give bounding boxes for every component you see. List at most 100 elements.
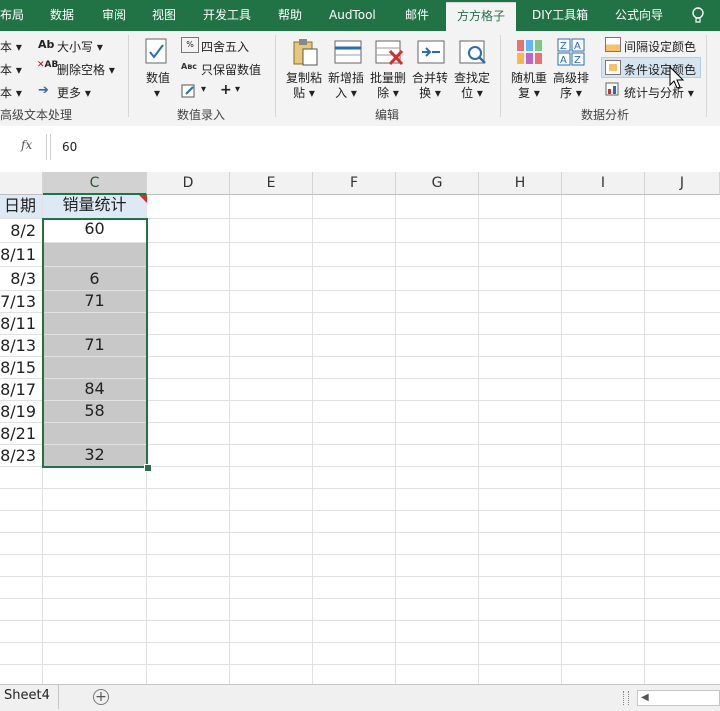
round-button[interactable]: 四舍五入 <box>201 38 249 55</box>
tab-view[interactable]: 视图 <box>152 0 176 31</box>
case-icon: Ab <box>38 38 55 51</box>
merge-convert-button[interactable]: 合并转换 ▾ <box>410 71 450 101</box>
numeric-dropdown[interactable]: ▾ <box>152 86 162 101</box>
tab-mail[interactable]: 邮件 <box>405 0 429 31</box>
group-label-text: 高级文本处理 <box>0 108 73 122</box>
advanced-sort-icon: ZAAZ <box>557 37 585 66</box>
random-repeat-label-1: 随机重 <box>510 71 547 85</box>
insert-label-2: 入 ▾ <box>335 86 357 100</box>
plus-icon[interactable]: + <box>220 82 232 98</box>
formula-value: 60 <box>62 140 78 154</box>
formula-input[interactable] <box>50 134 720 160</box>
advanced-sort-label-2: 序 ▾ <box>560 86 582 100</box>
tab-review[interactable]: 审阅 <box>102 0 126 31</box>
copy-paste-label-2: 贴 ▾ <box>293 86 315 100</box>
find-locate-button[interactable]: 查找定位 ▾ <box>452 71 492 101</box>
column-header-d[interactable]: D <box>147 172 230 195</box>
text-option-2[interactable]: 本 ▾ <box>0 61 22 78</box>
grid-hline <box>0 532 720 533</box>
random-repeat-button[interactable]: 随机重复 ▾ <box>509 71 549 101</box>
column-header-b[interactable] <box>0 172 43 195</box>
advanced-sort-label-1: 高级排 <box>552 71 589 85</box>
grid-hline <box>0 664 720 665</box>
group-label-data-analysis: 数据分析 <box>581 108 630 122</box>
fx-icon[interactable]: fx <box>21 138 32 152</box>
grid-hline <box>0 598 720 599</box>
grid-hline <box>0 400 720 401</box>
copy-paste-button[interactable]: 复制粘贴 ▾ <box>284 71 324 101</box>
delete-space-icon: ✕AB <box>37 60 59 70</box>
conditional-color-icon <box>605 60 621 75</box>
tab-audtool[interactable]: AudTool <box>329 0 376 31</box>
interval-color-button[interactable]: 间隔设定颜色 <box>624 38 696 55</box>
case-button[interactable]: 大小写 ▾ <box>57 38 103 55</box>
tab-help[interactable]: 帮助 <box>278 0 302 31</box>
grid-hline <box>0 444 720 445</box>
sheet-tab-sheet4[interactable]: Sheet4 <box>0 685 59 709</box>
grid-vline <box>478 195 479 684</box>
tab-fangfanggezi[interactable]: 方方格子 <box>446 2 516 32</box>
insert-button[interactable]: 新增插入 ▾ <box>326 71 366 101</box>
keep-value-button[interactable]: 只保留数值 <box>201 61 261 78</box>
column-header-c[interactable]: C <box>43 172 147 195</box>
merge-convert-label-2: 换 ▾ <box>419 86 441 100</box>
more-arrow-icon: ➔ <box>38 83 49 98</box>
lightbulb-icon[interactable] <box>690 7 706 23</box>
group-separator <box>706 35 707 117</box>
keep-value-icon: Aʙᴄ <box>181 62 197 71</box>
ribbon-body: 本 ▾ 本 ▾ 本 ▾ Ab 大小写 ▾ ✕AB 删除空格 ▾ ➔ 更多 ▾ 高… <box>0 31 720 127</box>
grid-hline <box>0 510 720 511</box>
advanced-sort-button[interactable]: 高级排序 ▾ <box>551 71 591 101</box>
conditional-color-button[interactable]: 条件设定颜色 <box>624 61 696 78</box>
grid-hline <box>0 334 720 335</box>
grid-vline <box>644 195 645 684</box>
numeric-button[interactable]: 数值 <box>141 71 175 86</box>
column-header-g[interactable]: G <box>396 172 479 195</box>
grid-hline <box>0 242 720 243</box>
batch-delete-button[interactable]: 批量删除 ▾ <box>368 71 408 101</box>
insert-label-1: 新增插 <box>327 71 364 85</box>
column-header-h[interactable]: H <box>479 172 562 195</box>
text-option-3[interactable]: 本 ▾ <box>0 84 22 101</box>
merge-convert-label-1: 合并转 <box>411 71 448 85</box>
more-button[interactable]: 更多 ▾ <box>57 84 91 101</box>
add-sheet-icon[interactable]: + <box>93 689 109 705</box>
grid-vline <box>395 195 396 684</box>
tab-formula-wizard[interactable]: 公式向导 <box>615 0 663 31</box>
column-header-j[interactable]: J <box>645 172 720 195</box>
horizontal-scrollbar[interactable] <box>637 690 720 706</box>
copy-paste-label-1: 复制粘 <box>285 71 322 85</box>
sheet-tab-bar: Sheet4 + ◀ <box>0 684 720 711</box>
edit-check-icon[interactable] <box>181 83 197 98</box>
text-option-1[interactable]: 本 ▾ <box>0 38 22 55</box>
random-repeat-label-2: 复 ▾ <box>518 86 540 100</box>
delete-space-button[interactable]: 删除空格 ▾ <box>57 61 115 78</box>
grid-hline <box>0 642 720 643</box>
column-header-f[interactable]: F <box>313 172 396 195</box>
column-header-e[interactable]: E <box>230 172 313 195</box>
grid-hline <box>0 218 720 219</box>
grid-hline <box>0 576 720 577</box>
group-label-edit: 编辑 <box>375 108 400 122</box>
insert-icon <box>333 37 362 65</box>
scroll-left-icon[interactable]: ◀ <box>641 692 649 703</box>
interval-color-icon <box>605 37 621 52</box>
svg-text:Z: Z <box>574 55 581 66</box>
numeric-icon <box>143 37 171 65</box>
find-locate-label-2: 位 ▾ <box>461 86 483 100</box>
plus-dropdown[interactable]: ▾ <box>235 84 240 95</box>
grid-hline <box>0 266 720 267</box>
grid-hline <box>0 290 720 291</box>
formula-bar: fx 60 <box>0 126 720 172</box>
tab-data[interactable]: 数据 <box>50 0 74 31</box>
grid-area[interactable] <box>0 195 720 684</box>
group-label-numeric-entry: 数值录入 <box>177 108 226 122</box>
grid-hline <box>0 488 720 489</box>
tab-layout[interactable]: 布局 <box>0 0 24 31</box>
mouse-cursor-icon <box>669 65 685 93</box>
tab-developer[interactable]: 开发工具 <box>203 0 251 31</box>
tab-split-handle[interactable] <box>623 691 629 705</box>
tab-diy-toolbox[interactable]: DIY工具箱 <box>532 0 588 31</box>
edit-dropdown[interactable]: ▾ <box>201 84 206 95</box>
column-header-i[interactable]: I <box>562 172 645 195</box>
